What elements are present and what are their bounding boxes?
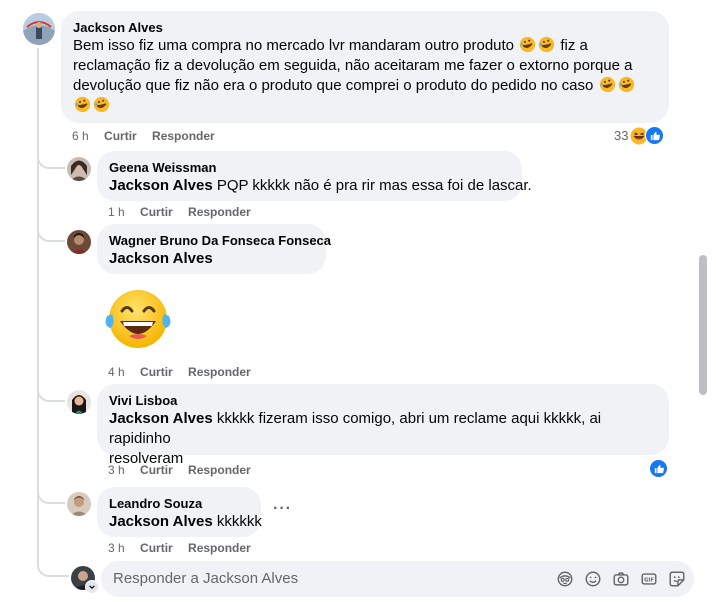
mention-link[interactable]: Jackson Alves — [109, 410, 213, 427]
reply-actions: 4 h Curtir Responder — [108, 365, 263, 379]
rolling-laughing-emoji-icon — [538, 36, 555, 53]
mention-link[interactable]: Jackson Alves — [109, 177, 213, 194]
rolling-laughing-emoji-icon — [599, 76, 616, 93]
reply-author[interactable]: Vivi Lisboa — [109, 393, 657, 409]
thread-connector — [37, 561, 69, 577]
avatar[interactable] — [67, 492, 91, 516]
like-link[interactable]: Curtir — [140, 541, 173, 555]
profile-photo-icon — [23, 13, 55, 45]
reply-time[interactable]: 3 h — [108, 541, 125, 555]
reply-link[interactable]: Responder — [152, 129, 215, 143]
reply-text: Jackson Alves kkkkk fizeram isso comigo,… — [109, 410, 602, 467]
reply-actions: 1 h Curtir Responder — [108, 205, 263, 219]
rolling-laughing-emoji-icon — [74, 96, 91, 113]
reply-link[interactable]: Responder — [188, 541, 251, 555]
reply-bubble: Vivi Lisboa Jackson Alves kkkkk fizeram … — [97, 384, 669, 467]
comment-bubble: Jackson Alves Bem isso fiz uma compra no… — [61, 11, 669, 123]
scrollbar-thumb[interactable] — [699, 255, 707, 395]
like-reaction-icon[interactable] — [649, 459, 668, 478]
reply-bubble: Geena Weissman Jackson Alves PQP kkkkk n… — [97, 151, 532, 201]
rolling-laughing-emoji-icon — [519, 36, 536, 53]
profile-photo-icon — [67, 230, 91, 254]
profile-photo-icon — [67, 390, 91, 414]
emoji-icon[interactable] — [583, 569, 603, 589]
reply-link[interactable]: Responder — [188, 205, 251, 219]
reply-text: Jackson Alves — [109, 249, 314, 269]
reply-actions: 3 h Curtir Responder — [108, 463, 263, 477]
reply-author[interactable]: Geena Weissman — [109, 160, 510, 176]
avatar-sticker-icon[interactable] — [555, 569, 575, 589]
comment-text: Bem isso fiz uma compra no mercado lvr m… — [73, 36, 657, 116]
reply-text: Jackson Alves PQP kkkkk não é pra rir ma… — [109, 177, 532, 194]
reply-author[interactable]: Wagner Bruno Da Fonseca Fonseca — [109, 233, 331, 249]
thread-connector — [37, 388, 65, 402]
reply-bubble: Wagner Bruno Da Fonseca Fonseca Jackson … — [97, 224, 331, 274]
reply-time[interactable]: 4 h — [108, 365, 125, 379]
profile-photo-icon — [67, 157, 91, 181]
reply-time[interactable]: 1 h — [108, 205, 125, 219]
reply-input-placeholder: Responder a Jackson Alves — [113, 570, 299, 587]
avatar[interactable] — [23, 13, 55, 45]
reaction-summary[interactable]: 33 — [614, 126, 665, 145]
more-options-button[interactable]: ··· — [273, 500, 292, 518]
sticker-icon[interactable] — [667, 569, 687, 589]
reply-bubble: Leandro Souza Jackson Alves kkkkkk — [97, 487, 262, 537]
thread-line — [37, 48, 39, 566]
avatar[interactable] — [67, 157, 91, 181]
reply-link[interactable]: Responder — [188, 365, 251, 379]
mention-link[interactable]: Jackson Alves — [109, 250, 213, 267]
thread-connector — [37, 155, 65, 169]
reply-input[interactable]: Responder a Jackson Alves GIF — [101, 561, 694, 597]
comment-author[interactable]: Jackson Alves — [73, 20, 657, 36]
comment-actions: 6 h Curtir Responder — [72, 129, 227, 143]
like-link[interactable]: Curtir — [140, 365, 173, 379]
thread-connector — [37, 490, 65, 504]
reply-text: Jackson Alves kkkkkk — [109, 513, 262, 530]
thread-connector — [37, 228, 65, 242]
reply-actions: 3 h Curtir Responder — [108, 541, 263, 555]
gif-icon[interactable]: GIF — [639, 569, 659, 589]
account-switch-chevron-icon[interactable] — [85, 580, 99, 594]
like-link[interactable]: Curtir — [140, 205, 173, 219]
avatar[interactable] — [67, 230, 91, 254]
reply-link[interactable]: Responder — [188, 463, 251, 477]
profile-photo-icon — [67, 492, 91, 516]
laughing-tears-emoji-icon — [103, 289, 173, 351]
mention-link[interactable]: Jackson Alves — [109, 513, 213, 530]
like-reaction-icon — [645, 126, 665, 145]
camera-icon[interactable] — [611, 569, 631, 589]
like-link[interactable]: Curtir — [140, 463, 173, 477]
reply-author[interactable]: Leandro Souza — [109, 496, 249, 512]
avatar[interactable] — [67, 390, 91, 414]
like-link[interactable]: Curtir — [104, 129, 137, 143]
svg-text:GIF: GIF — [644, 577, 654, 583]
rolling-laughing-emoji-icon — [93, 96, 110, 113]
reply-time[interactable]: 3 h — [108, 463, 125, 477]
reaction-count: 33 — [614, 128, 629, 143]
rolling-laughing-emoji-icon — [618, 76, 635, 93]
comment-time[interactable]: 6 h — [72, 129, 89, 143]
